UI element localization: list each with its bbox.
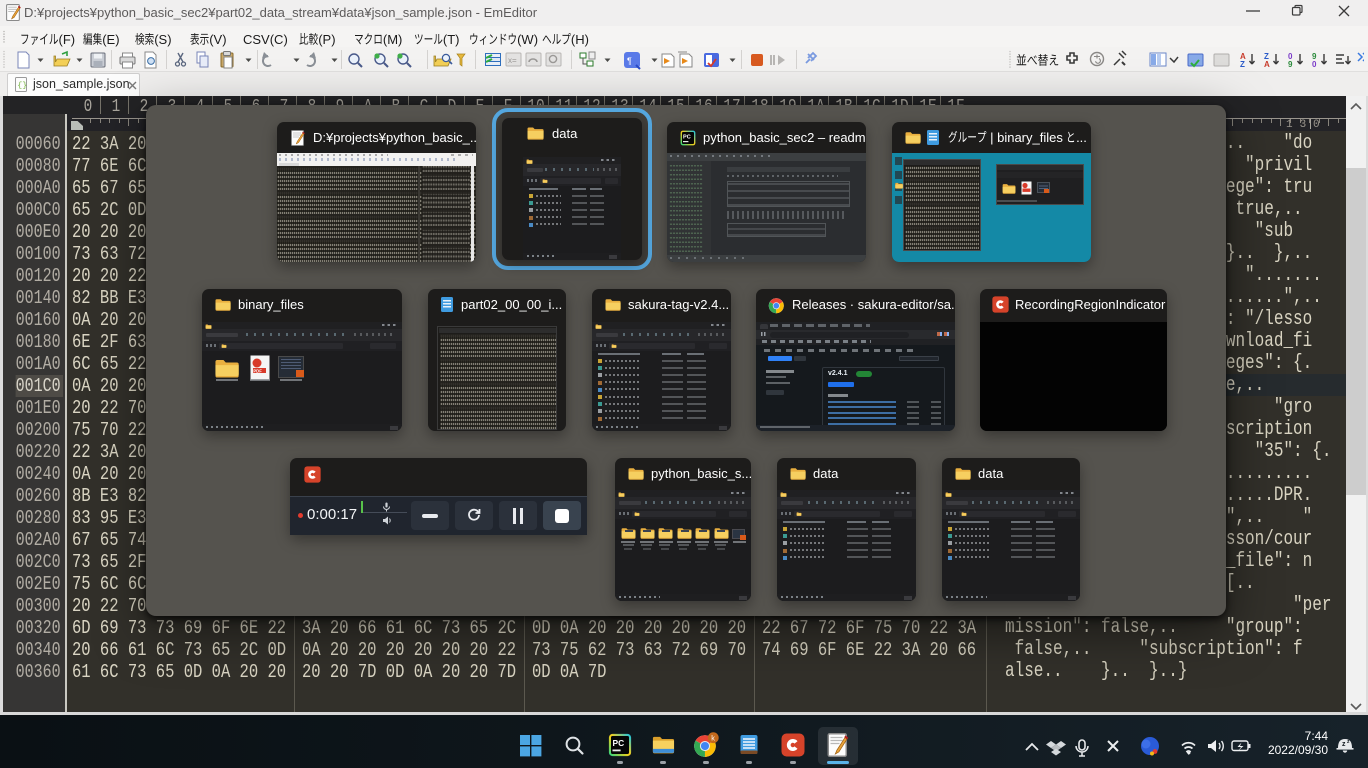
svg-text:x=: x=: [508, 56, 517, 65]
svg-text:k: k: [711, 733, 715, 742]
svg-text:PC: PC: [683, 135, 691, 141]
svg-text:A: A: [1264, 60, 1270, 69]
svg-text:PC: PC: [613, 738, 625, 748]
svg-text:9: 9: [1288, 60, 1293, 69]
svg-text:Z: Z: [1240, 60, 1245, 69]
svg-text:¶: ¶: [627, 56, 632, 66]
svg-text:PDF: PDF: [253, 368, 262, 373]
svg-text:{}: {}: [17, 81, 27, 91]
svg-text:z: z: [1342, 741, 1346, 748]
svg-text:0: 0: [1312, 60, 1317, 69]
